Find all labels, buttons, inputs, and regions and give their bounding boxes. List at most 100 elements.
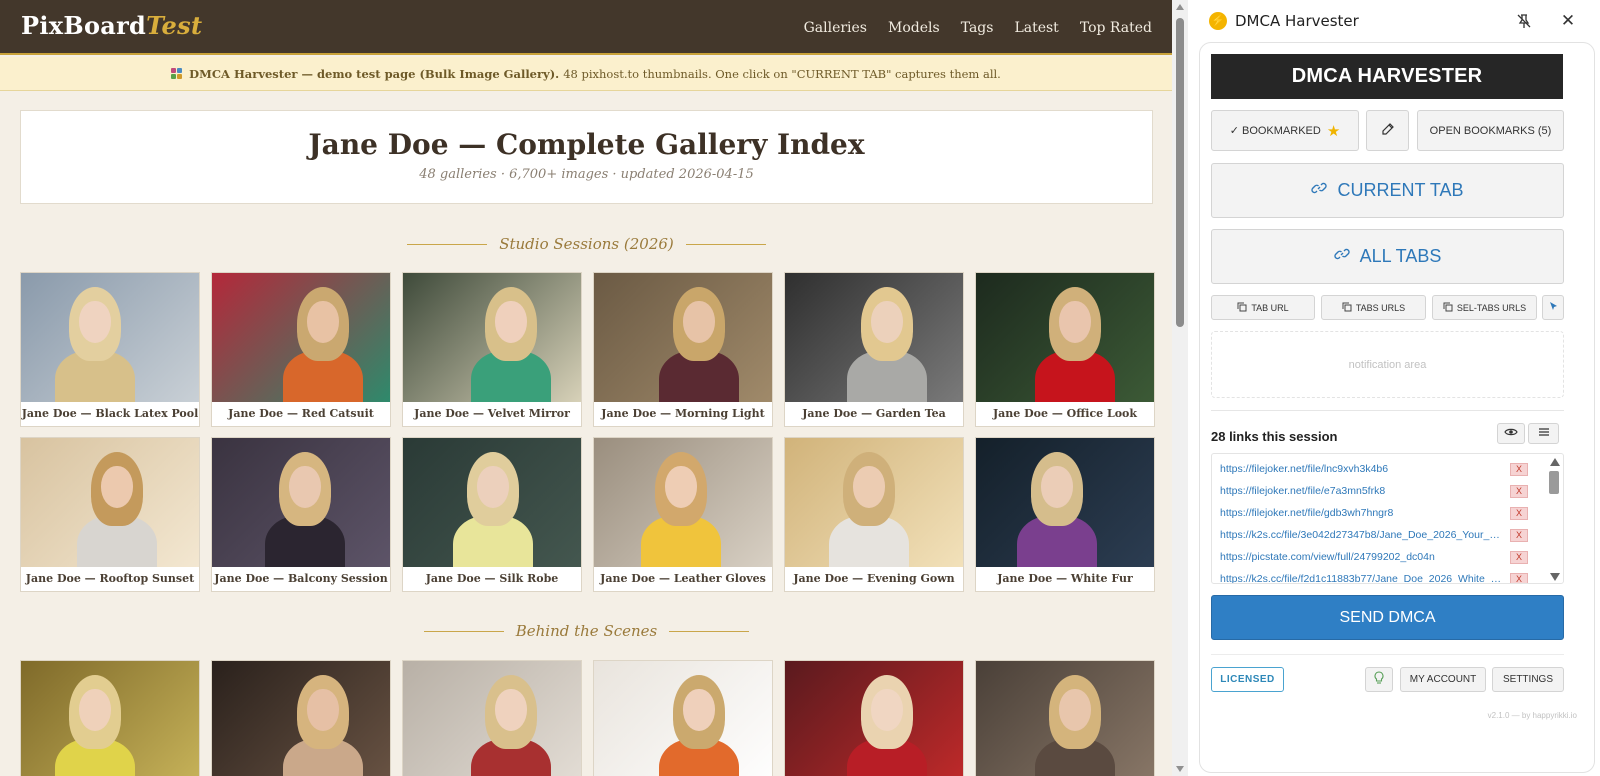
gallery-thumbnail[interactable]	[21, 661, 199, 776]
scrollbar-thumb[interactable]	[1176, 18, 1184, 327]
page-scrollbar[interactable]	[1172, 0, 1188, 776]
model-photo	[659, 671, 739, 776]
close-icon[interactable]: ✕	[1558, 11, 1578, 31]
divider	[1211, 410, 1564, 411]
link-url[interactable]: https://filejoker.net/file/gdb3wh7hngr8	[1220, 507, 1506, 519]
remove-link-button[interactable]: X	[1510, 550, 1528, 564]
bookmarked-button[interactable]: ✓ BOOKMARKED ★	[1211, 110, 1359, 151]
nav-latest[interactable]: Latest	[1014, 20, 1058, 36]
panel-titlebar: ⚡ DMCA Harvester ✕	[1188, 0, 1600, 42]
gallery-thumbnail[interactable]	[785, 438, 963, 567]
edit-button[interactable]	[1366, 110, 1409, 151]
copy-tabs-urls-button[interactable]: TABS URLS	[1321, 295, 1426, 320]
links-list: https://filejoker.net/file/lnc9xvh3k4b6 …	[1211, 453, 1564, 584]
unpin-icon[interactable]	[1514, 11, 1534, 31]
nav-galleries[interactable]: Galleries	[804, 20, 867, 36]
gallery-card[interactable]: Jane Doe — Evening Gown	[784, 437, 964, 592]
my-account-label: MY ACCOUNT	[1409, 674, 1477, 685]
remove-link-button[interactable]: X	[1510, 484, 1528, 498]
link-url[interactable]: https://filejoker.net/file/e7a3mn5frk8	[1220, 485, 1506, 497]
settings-button[interactable]: SETTINGS	[1492, 667, 1564, 692]
scroll-down-arrow-icon[interactable]	[1176, 766, 1184, 772]
remove-link-button[interactable]: X	[1510, 572, 1528, 583]
gallery-card[interactable]	[593, 660, 773, 776]
cursor-button[interactable]	[1542, 295, 1564, 320]
gallery-thumbnail[interactable]	[212, 661, 390, 776]
gallery-thumbnail[interactable]	[212, 438, 390, 567]
gallery-thumbnail[interactable]	[976, 438, 1154, 567]
gallery-card[interactable]: Jane Doe — Leather Gloves	[593, 437, 773, 592]
scroll-up-arrow-icon[interactable]	[1176, 4, 1184, 10]
gallery-thumbnail[interactable]	[976, 661, 1154, 776]
gallery-thumbnail[interactable]	[21, 438, 199, 567]
gallery-caption[interactable]: Jane Doe — Morning Light	[594, 402, 772, 426]
link-url[interactable]: https://picstate.com/view/full/24799202_…	[1220, 551, 1506, 563]
scroll-up-arrow-icon[interactable]	[1550, 458, 1560, 466]
open-bookmarks-button[interactable]: OPEN BOOKMARKS (5)	[1417, 110, 1564, 151]
gallery-thumbnail[interactable]	[403, 273, 581, 402]
gallery-caption[interactable]: Jane Doe — Balcony Session	[212, 567, 390, 591]
gallery-card[interactable]: Jane Doe — Red Catsuit	[211, 272, 391, 427]
gallery-caption[interactable]: Jane Doe — Red Catsuit	[212, 402, 390, 426]
nav-tags[interactable]: Tags	[961, 20, 994, 36]
gallery-card[interactable]	[211, 660, 391, 776]
gallery-card[interactable]: Jane Doe — Silk Robe	[402, 437, 582, 592]
all-tabs-label: ALL TABS	[1359, 246, 1442, 266]
scroll-down-arrow-icon[interactable]	[1550, 573, 1560, 581]
gallery-caption[interactable]: Jane Doe — Office Look	[976, 402, 1154, 426]
lightning-icon: ⚡	[1209, 12, 1227, 30]
gallery-caption[interactable]: Jane Doe — Velvet Mirror	[403, 402, 581, 426]
remove-link-button[interactable]: X	[1510, 462, 1528, 476]
gallery-card[interactable]: Jane Doe — Balcony Session	[211, 437, 391, 592]
scrollbar-thumb[interactable]	[1549, 471, 1559, 494]
nav-models[interactable]: Models	[888, 20, 940, 36]
all-tabs-button[interactable]: ALL TABS	[1211, 229, 1564, 284]
gallery-card[interactable]: Jane Doe — Rooftop Sunset	[20, 437, 200, 592]
link-url[interactable]: https://filejoker.net/file/lnc9xvh3k4b6	[1220, 463, 1506, 475]
gallery-thumbnail[interactable]	[785, 661, 963, 776]
gallery-card[interactable]: Jane Doe — Morning Light	[593, 272, 773, 427]
page-title: Jane Doe — Complete Gallery Index	[308, 128, 865, 161]
gallery-caption[interactable]: Jane Doe — Rooftop Sunset	[21, 567, 199, 591]
links-scrollbar[interactable]	[1546, 454, 1563, 583]
gallery-caption[interactable]: Jane Doe — White Fur	[976, 567, 1154, 591]
gallery-card[interactable]: Jane Doe — Garden Tea	[784, 272, 964, 427]
gallery-card[interactable]: Jane Doe — Office Look	[975, 272, 1155, 427]
toggle-view-button[interactable]	[1497, 423, 1525, 444]
site-logo[interactable]: PixBoardTest	[21, 11, 202, 40]
copy-tab-url-button[interactable]: TAB URL	[1211, 295, 1315, 320]
gallery-thumbnail[interactable]	[594, 438, 772, 567]
gallery-thumbnail[interactable]	[976, 273, 1154, 402]
gallery-card[interactable]: Jane Doe — Black Latex Pool	[20, 272, 200, 427]
gallery-thumbnail[interactable]	[403, 661, 581, 776]
gallery-caption[interactable]: Jane Doe — Silk Robe	[403, 567, 581, 591]
gallery-card[interactable]: Jane Doe — White Fur	[975, 437, 1155, 592]
gallery-card[interactable]	[975, 660, 1155, 776]
my-account-button[interactable]: MY ACCOUNT	[1400, 667, 1486, 692]
gallery-card[interactable]	[402, 660, 582, 776]
gallery-caption[interactable]: Jane Doe — Leather Gloves	[594, 567, 772, 591]
gallery-card[interactable]	[20, 660, 200, 776]
model-photo	[847, 671, 927, 776]
current-tab-button[interactable]: CURRENT TAB	[1211, 163, 1564, 218]
gallery-card[interactable]: Jane Doe — Velvet Mirror	[402, 272, 582, 427]
gallery-thumbnail[interactable]	[594, 273, 772, 402]
gallery-caption[interactable]: Jane Doe — Evening Gown	[785, 567, 963, 591]
gallery-thumbnail[interactable]	[212, 273, 390, 402]
copy-sel-tabs-urls-button[interactable]: SEL-TABS URLS	[1432, 295, 1537, 320]
remove-link-button[interactable]: X	[1510, 506, 1528, 520]
gallery-thumbnail[interactable]	[403, 438, 581, 567]
nav-top-rated[interactable]: Top Rated	[1080, 20, 1152, 36]
gallery-caption[interactable]: Jane Doe — Garden Tea	[785, 402, 963, 426]
list-button[interactable]	[1528, 423, 1559, 444]
tips-button[interactable]	[1365, 667, 1393, 692]
gallery-caption[interactable]: Jane Doe — Black Latex Pool	[21, 402, 199, 426]
gallery-thumbnail[interactable]	[785, 273, 963, 402]
remove-link-button[interactable]: X	[1510, 528, 1528, 542]
gallery-card[interactable]	[784, 660, 964, 776]
gallery-thumbnail[interactable]	[594, 661, 772, 776]
link-url[interactable]: https://k2s.cc/file/3e042d27347b8/Jane_D…	[1220, 529, 1506, 541]
link-url[interactable]: https://k2s.cc/file/f2d1c11883b77/Jane_D…	[1220, 573, 1506, 583]
gallery-thumbnail[interactable]	[21, 273, 199, 402]
send-dmca-button[interactable]: SEND DMCA	[1211, 595, 1564, 640]
